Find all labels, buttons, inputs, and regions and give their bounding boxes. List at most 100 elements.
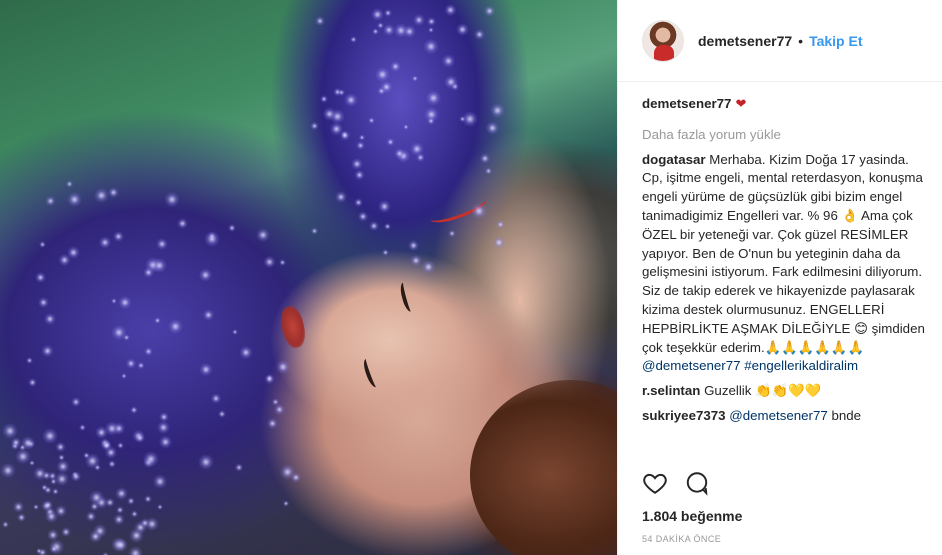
sequin: [358, 134, 366, 141]
separator-dot: •: [798, 32, 804, 49]
sequin: [459, 115, 466, 122]
comment-mention-link[interactable]: @demetsener77: [729, 408, 828, 423]
comment-item: sukriyee7373 @demetsener77 bnde: [642, 407, 932, 426]
sequin: [228, 223, 237, 232]
sequin: [130, 406, 139, 415]
photo-eye-region: [361, 357, 381, 389]
sequin: [455, 22, 469, 36]
comment-mention-link[interactable]: @demetsener77 #engellerikaldiralim: [642, 357, 932, 376]
sequin: [263, 255, 277, 269]
sequin: [386, 137, 395, 147]
comment-username[interactable]: sukriyee7373: [642, 408, 726, 423]
sequin: [117, 441, 125, 449]
sequin: [130, 510, 138, 518]
sequin: [483, 5, 496, 17]
red-heart-icon: ❤: [735, 96, 747, 111]
sequin: [484, 167, 493, 175]
instagram-post-view: demetsener77 • Takip Et demetsener77 ❤ D…: [0, 0, 942, 555]
sequin: [44, 485, 52, 494]
caption-username[interactable]: demetsener77: [642, 95, 731, 114]
sequin: [67, 246, 80, 259]
sequin: [381, 249, 390, 257]
sequin: [290, 472, 302, 483]
sequin: [198, 268, 213, 282]
comment-username[interactable]: r.selintan: [642, 383, 700, 398]
avatar[interactable]: [642, 19, 684, 62]
speech-bubble-icon[interactable]: [684, 470, 710, 501]
sequin: [125, 358, 136, 369]
sequin: [402, 123, 409, 130]
sequin: [104, 446, 118, 459]
sequin: [370, 7, 385, 22]
sequin: [143, 267, 154, 278]
sequin: [112, 513, 125, 526]
sequin: [110, 297, 117, 305]
sequin: [114, 537, 128, 552]
likes-count[interactable]: 1.804 beğenme: [642, 508, 742, 524]
sequin: [256, 228, 271, 243]
comment-username[interactable]: dogatasar: [642, 152, 706, 167]
post-timestamp: 54 DAKİKA ÖNCE: [642, 534, 722, 544]
sequin: [234, 463, 244, 472]
post-side-panel: demetsener77 • Takip Et demetsener77 ❤ D…: [617, 0, 942, 555]
sequin: [353, 169, 365, 181]
sequin: [151, 257, 167, 273]
sequin: [152, 474, 167, 489]
post-photo[interactable]: [0, 0, 617, 555]
sequin: [199, 362, 213, 377]
sequin: [153, 316, 161, 324]
sequin: [357, 210, 369, 222]
sequin: [89, 530, 103, 544]
sequin: [52, 488, 60, 496]
comments-section: demetsener77 ❤ Daha fazla yorum yükle do…: [642, 95, 932, 426]
sequin: [37, 297, 49, 309]
sequin: [485, 121, 500, 135]
sequin: [47, 529, 59, 541]
comment-item: r.selintan Guzellik 👏👏💛💛: [642, 382, 932, 401]
sequin: [264, 373, 275, 385]
sequin: [44, 313, 57, 326]
sequin: [310, 121, 319, 131]
sequin: [384, 223, 392, 231]
sequin: [377, 199, 391, 213]
sequin: [217, 410, 226, 418]
sequin: [349, 36, 357, 44]
sequin: [123, 334, 130, 341]
load-more-comments-link[interactable]: Daha fazla yorum yükle: [642, 126, 932, 145]
sequin: [403, 25, 416, 38]
sequin: [158, 435, 173, 450]
sequin: [118, 295, 133, 310]
sequin: [108, 187, 120, 199]
sequin: [444, 74, 459, 89]
comment-item: dogatasar Merhaba. Kizim Doğa 17 yasinda…: [642, 151, 932, 377]
sequin: [495, 219, 506, 230]
sequin: [114, 486, 128, 501]
sequin: [177, 218, 188, 229]
sequin: [343, 92, 359, 108]
sequin: [471, 202, 488, 219]
sequin: [156, 420, 170, 434]
sequin: [25, 357, 33, 365]
sequin: [384, 8, 393, 17]
sequin: [375, 66, 391, 82]
sequin: [389, 60, 401, 72]
sequin: [2, 520, 10, 529]
sequin: [421, 260, 435, 274]
follow-button[interactable]: Takip Et: [809, 33, 862, 49]
photo-eye-region: [398, 281, 416, 313]
sequin: [32, 503, 39, 510]
sequin: [33, 466, 47, 481]
sequin: [85, 511, 97, 523]
sequin: [204, 230, 221, 247]
sequin: [70, 471, 82, 482]
heart-outline-icon[interactable]: [642, 470, 668, 501]
sequin: [356, 140, 366, 150]
sequin: [448, 229, 456, 238]
post-header: demetsener77 • Takip Et: [618, 0, 942, 82]
sequin: [28, 378, 38, 388]
header-username[interactable]: demetsener77: [698, 33, 792, 49]
sequin: [490, 103, 505, 119]
sequin: [112, 230, 124, 243]
sequin: [0, 462, 16, 479]
sequin: [156, 238, 169, 250]
